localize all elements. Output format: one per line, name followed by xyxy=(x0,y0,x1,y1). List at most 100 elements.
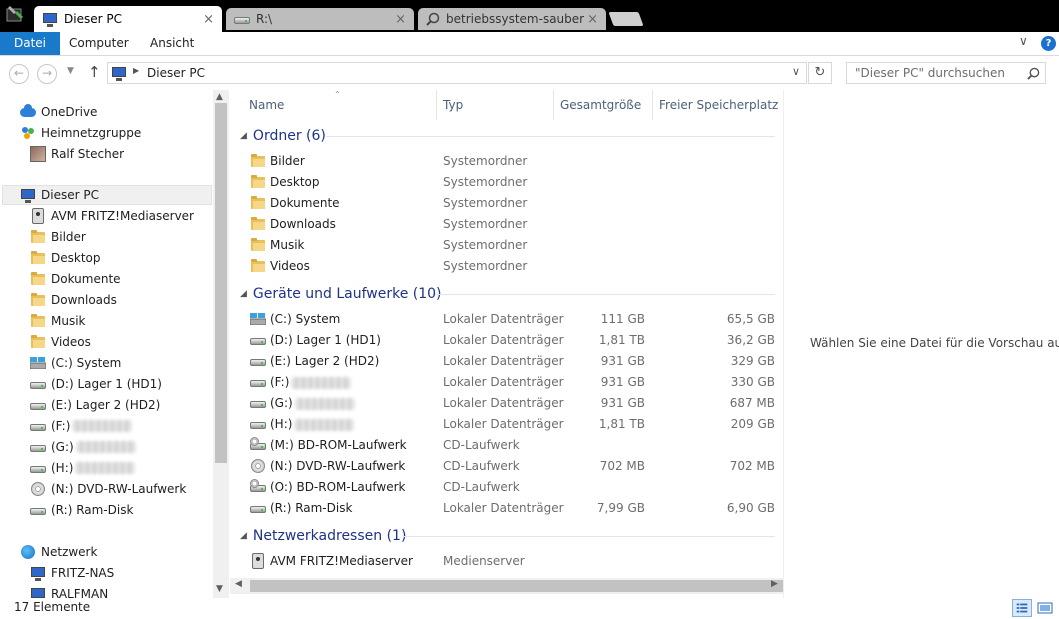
back-button[interactable]: ← xyxy=(9,64,29,84)
list-item[interactable]: Musik Systemordner xyxy=(250,235,775,256)
collapse-triangle-icon[interactable]: ◢ xyxy=(240,525,247,547)
nav-item-bilder[interactable]: Bilder xyxy=(30,227,86,247)
column-header-total-size[interactable]: Gesamtgröße xyxy=(560,95,641,115)
nav-item-drive-g[interactable]: (G:) xyxy=(30,437,136,457)
nav-item-mediaserver[interactable]: AVM FRITZ!Mediaserver xyxy=(30,206,194,226)
nav-item-onedrive[interactable]: OneDrive xyxy=(20,102,97,122)
new-tab-button[interactable] xyxy=(608,12,644,26)
list-item[interactable]: (N:) DVD-RW-Laufwerk CD-Laufwerk 702 MB 702… xyxy=(250,456,775,477)
collapse-triangle-icon[interactable]: ◢ xyxy=(240,125,247,147)
file-list: ⌃ Name Typ Gesamtgröße Freier Speicherpl… xyxy=(230,90,784,598)
list-item[interactable]: Bilder Systemordner xyxy=(250,151,775,172)
item-free-space: 36,2 GB xyxy=(726,333,775,347)
close-icon[interactable]: × xyxy=(203,12,214,27)
nav-item-fritz-nas[interactable]: FRITZ-NAS xyxy=(30,563,114,583)
list-item[interactable]: (O:) BD-ROM-Laufwerk CD-Laufwerk xyxy=(250,477,775,498)
large-icons-view-icon[interactable] xyxy=(1035,599,1055,617)
list-item[interactable]: Videos Systemordner xyxy=(250,256,775,277)
nav-item-this-pc[interactable]: Dieser PC xyxy=(2,185,212,205)
list-item[interactable]: (M:) BD-ROM-Laufwerk CD-Laufwerk xyxy=(250,435,775,456)
item-total-size: 1,81 TB xyxy=(598,417,645,431)
list-item[interactable]: Downloads Systemordner xyxy=(250,214,775,235)
up-button[interactable]: ↑ xyxy=(88,63,101,81)
nav-item-drive-f[interactable]: (F:) xyxy=(30,416,133,436)
tab-r-drive[interactable]: R:\ × xyxy=(226,8,414,30)
breadcrumb-chevron-icon[interactable]: ▶ xyxy=(133,66,139,75)
refresh-button[interactable]: ↻ xyxy=(808,62,832,84)
forward-button[interactable]: → xyxy=(37,64,57,84)
nav-item-drive-r[interactable]: (R:) Ram-Disk xyxy=(30,500,133,520)
nav-label: OneDrive xyxy=(41,105,98,119)
details-view-icon[interactable] xyxy=(1012,599,1032,617)
group-header-folders[interactable]: ◢ Ordner (6) xyxy=(240,125,326,147)
nav-item-homegroup[interactable]: Heimnetzgruppe xyxy=(20,123,141,143)
group-header-network[interactable]: ◢ Netzwerkadressen (1) xyxy=(240,525,406,547)
ribbon-tab-computer[interactable]: Computer xyxy=(56,32,142,55)
search-input[interactable]: "Dieser PC" durchsuchen xyxy=(846,62,1046,84)
column-header-free-space[interactable]: Freier Speicherplatz xyxy=(659,95,778,115)
address-bar[interactable]: ▶ Dieser PC ∨ xyxy=(107,62,807,84)
column-divider[interactable] xyxy=(436,90,437,120)
tab-dieser-pc[interactable]: Dieser PC × xyxy=(34,6,222,32)
list-item[interactable]: (D:) Lager 1 (HD1) Lokaler Datenträger 1,8… xyxy=(250,330,775,351)
address-dropdown-chevron-icon[interactable]: ∨ xyxy=(792,65,800,78)
help-icon[interactable]: ? xyxy=(1041,36,1056,51)
horizontal-scrollbar[interactable]: ◀ ▶ xyxy=(230,578,784,594)
redacted-label xyxy=(294,418,355,431)
list-item[interactable]: (R:) Ram-Disk Lokaler Datenträger 7,99 GB 6… xyxy=(250,498,775,519)
expand-ribbon-chevron-icon[interactable]: ∨ xyxy=(1019,34,1028,48)
list-item[interactable]: (H:) Lokaler Datenträger 1,81 TB 209 GB xyxy=(250,414,775,435)
nav-item-network[interactable]: Netzwerk xyxy=(20,542,97,562)
item-type: Lokaler Datenträger xyxy=(443,375,564,389)
nav-item-drive-n[interactable]: (N:) DVD-RW-Laufwerk xyxy=(30,479,186,499)
nav-item-desktop[interactable]: Desktop xyxy=(30,248,101,268)
list-item[interactable]: (E:) Lager 2 (HD2) Lokaler Datenträger 931… xyxy=(250,351,775,372)
nav-item-user[interactable]: Ralf Stecher xyxy=(30,144,124,164)
list-item[interactable]: (F:) Lokaler Datenträger 931 GB 330 GB xyxy=(250,372,775,393)
ribbon-tab-file[interactable]: Datei xyxy=(0,32,61,55)
scroll-down-arrow-icon[interactable]: ▼ xyxy=(216,584,223,594)
column-header-type[interactable]: Typ xyxy=(443,95,463,115)
list-item[interactable]: Desktop Systemordner xyxy=(250,172,775,193)
nav-item-videos[interactable]: Videos xyxy=(30,332,91,352)
homegroup-icon xyxy=(20,125,36,141)
column-divider[interactable] xyxy=(553,90,554,120)
ribbon-tab-view[interactable]: Ansicht xyxy=(137,32,207,55)
list-item[interactable]: AVM FRITZ!Mediaserver Medienserver xyxy=(250,551,775,572)
scrollbar-thumb[interactable] xyxy=(215,103,227,463)
close-icon[interactable]: × xyxy=(587,12,598,27)
nav-item-ralfman[interactable]: RALFMAN xyxy=(30,584,108,598)
scroll-right-arrow-icon[interactable]: ▶ xyxy=(771,579,778,589)
nav-item-drive-e[interactable]: (E:) Lager 2 (HD2) xyxy=(30,395,160,415)
nav-item-drive-c[interactable]: (C:) System xyxy=(30,353,121,373)
nav-item-downloads[interactable]: Downloads xyxy=(30,290,117,310)
nav-item-drive-d[interactable]: (D:) Lager 1 (HD1) xyxy=(30,374,162,394)
nav-label: (F:) xyxy=(51,419,71,433)
close-icon[interactable]: × xyxy=(395,12,406,27)
nav-item-musik[interactable]: Musik xyxy=(30,311,86,331)
item-type: Lokaler Datenträger xyxy=(443,354,564,368)
list-item[interactable]: (G:) Lokaler Datenträger 931 GB 687 MB xyxy=(250,393,775,414)
scrollbar-thumb[interactable] xyxy=(250,580,784,592)
column-header-name[interactable]: Name xyxy=(249,95,284,115)
item-name: (C:) System xyxy=(270,312,341,326)
item-name: Downloads xyxy=(270,217,336,231)
nav-item-dokumente[interactable]: Dokumente xyxy=(30,269,121,289)
group-header-drives[interactable]: ◢ Geräte und Laufwerke (10) xyxy=(240,283,442,305)
scroll-up-arrow-icon[interactable]: ▲ xyxy=(216,92,223,102)
item-type: Lokaler Datenträger xyxy=(443,396,564,410)
tab-betriebssystem-sauber[interactable]: betriebssystem-sauber × xyxy=(418,8,606,30)
item-free-space: 329 GB xyxy=(730,354,775,368)
nav-item-drive-h[interactable]: (H:) xyxy=(30,458,136,478)
item-free-space: 702 MB xyxy=(729,459,775,473)
item-total-size: 931 GB xyxy=(600,396,645,410)
nav-scrollbar[interactable]: ▲ ▼ xyxy=(213,90,229,598)
scroll-left-arrow-icon[interactable]: ◀ xyxy=(235,579,242,589)
list-item[interactable]: (C:) System Lokaler Datenträger 111 GB 65,5… xyxy=(250,309,775,330)
breadcrumb-this-pc[interactable]: Dieser PC xyxy=(147,66,205,80)
column-divider[interactable] xyxy=(652,90,653,120)
list-item[interactable]: Dokumente Systemordner xyxy=(250,193,775,214)
app-menu-icon[interactable] xyxy=(4,3,26,25)
recent-locations-chevron-icon[interactable]: ▼ xyxy=(67,66,74,76)
collapse-triangle-icon[interactable]: ◢ xyxy=(240,283,247,305)
